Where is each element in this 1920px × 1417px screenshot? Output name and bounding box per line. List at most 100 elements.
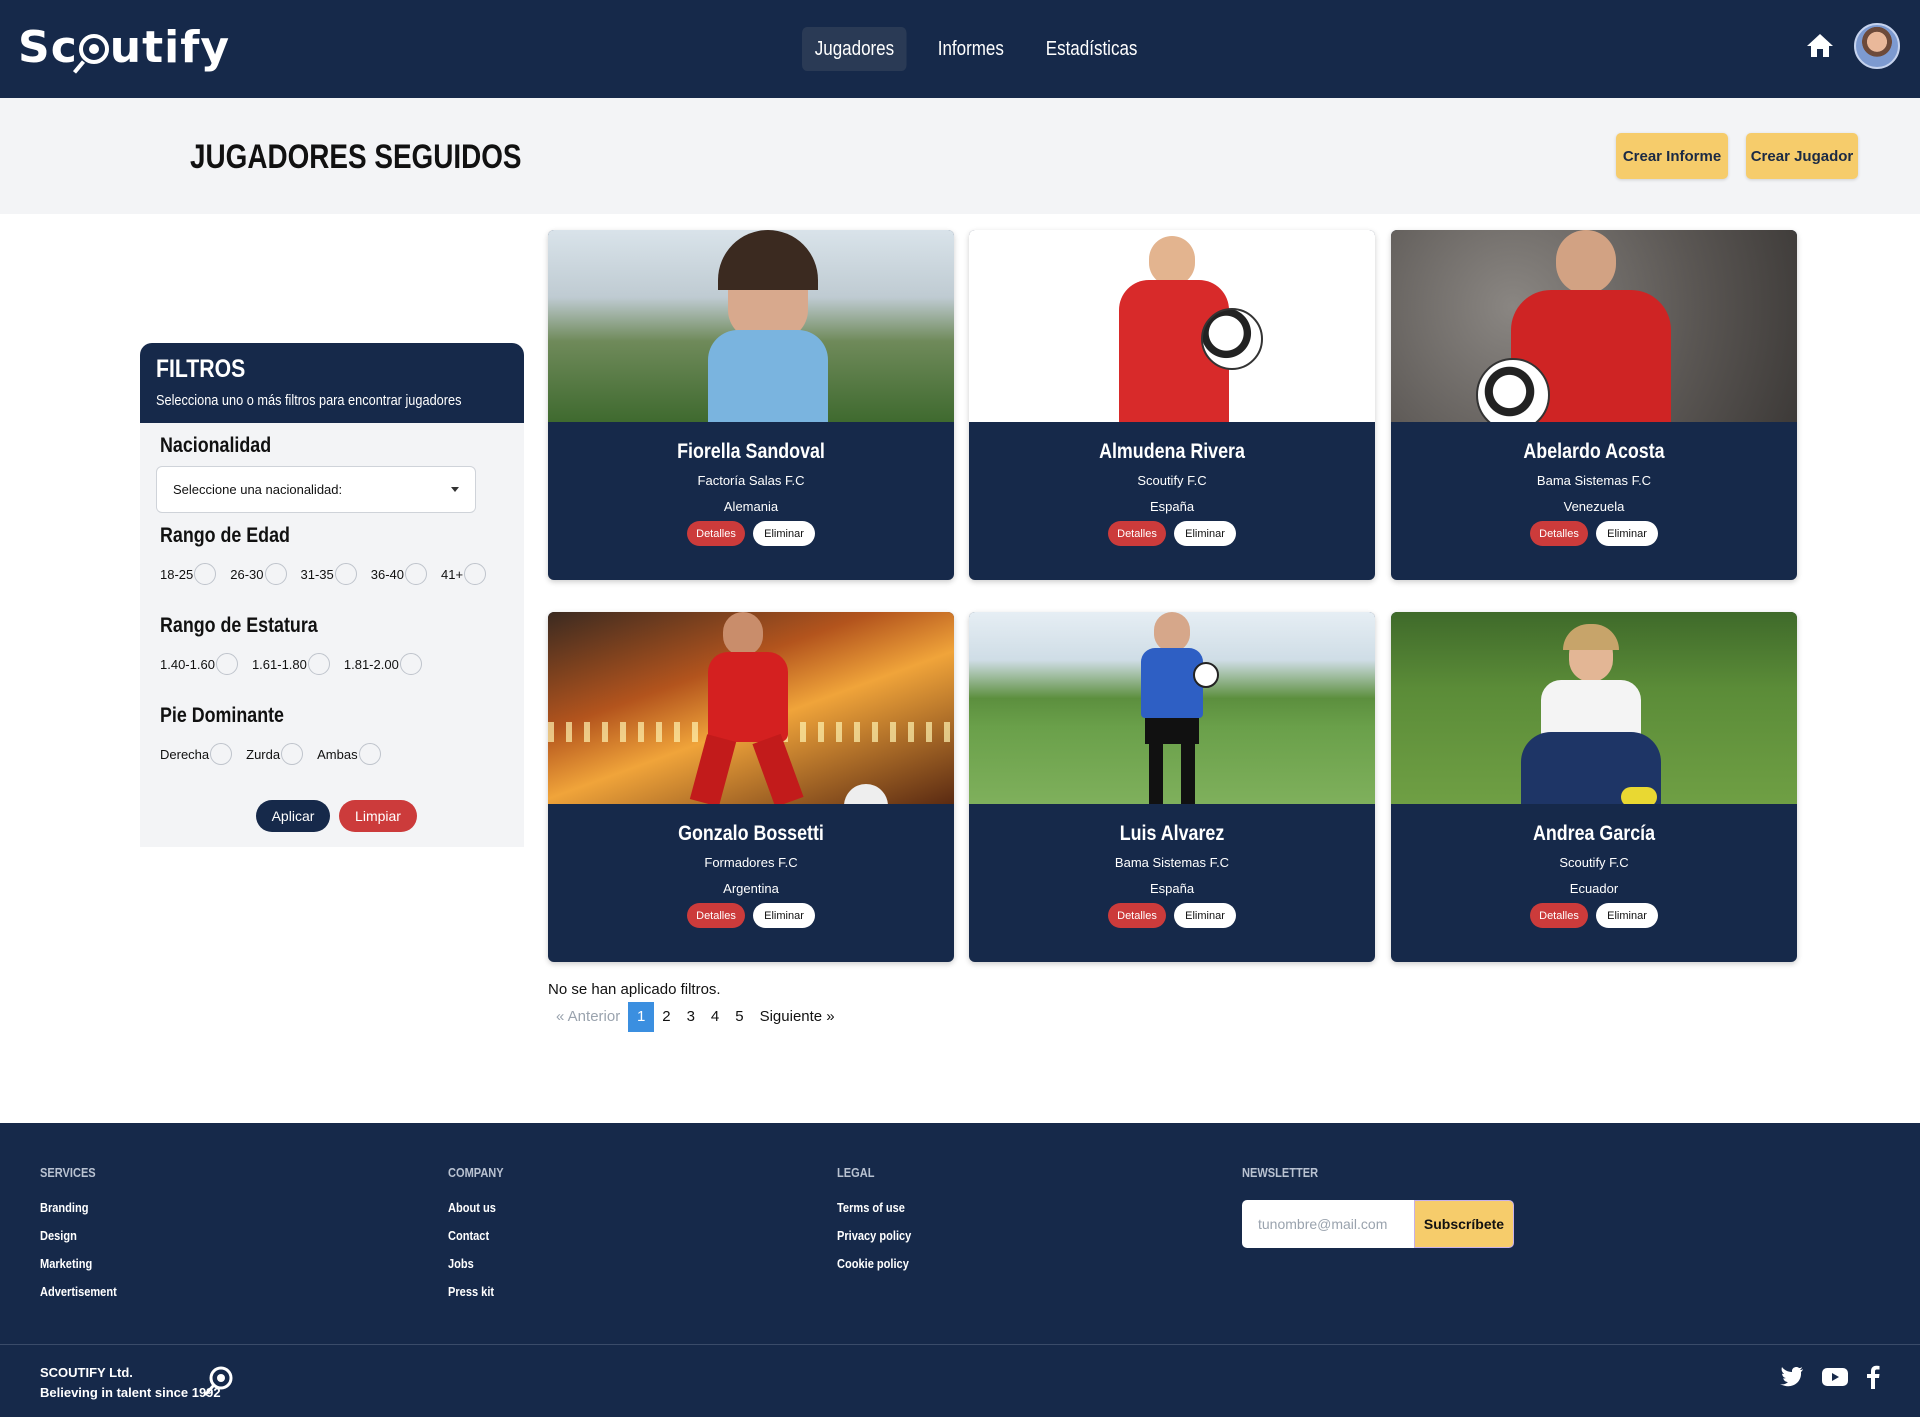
player-club: Scoutify F.C [1559, 855, 1629, 870]
youtube-icon[interactable] [1822, 1367, 1848, 1392]
detalles-button[interactable]: Detalles [1108, 903, 1166, 928]
footer-link[interactable]: Privacy policy [837, 1228, 911, 1243]
dropdown-caret-icon [451, 487, 459, 492]
radio-button[interactable] [264, 563, 287, 585]
radio-button[interactable] [358, 743, 381, 765]
nav-informes[interactable]: Informes [925, 27, 1017, 71]
nav-estadisticas[interactable]: Estadísticas [1033, 27, 1150, 71]
estatura-option[interactable]: 1.40-1.60 [160, 653, 238, 675]
pagination-page[interactable]: 2 [654, 1002, 678, 1032]
player-country: España [1149, 499, 1195, 514]
footer-link[interactable]: About us [448, 1200, 504, 1215]
footer-link[interactable]: Marketing [40, 1256, 117, 1271]
page-title: JUGADORES SEGUIDOS [190, 138, 522, 176]
radio-button[interactable] [399, 653, 422, 675]
player-card: Abelardo Acosta Bama Sistemas F.C Venezu… [1391, 230, 1797, 580]
crear-jugador-button[interactable]: Crear Jugador [1746, 133, 1858, 179]
estatura-option-label: 1.81-2.00 [343, 656, 399, 672]
footer-link[interactable]: Advertisement [40, 1284, 117, 1299]
nacionalidad-select-value: Seleccione una nacionalidad: [173, 482, 343, 497]
pagination-page[interactable]: 5 [727, 1002, 751, 1032]
user-avatar[interactable] [1854, 23, 1900, 69]
pie-option[interactable]: Zurda [246, 743, 304, 765]
pagination-page[interactable]: 1 [628, 1002, 655, 1032]
card-actions: Detalles Eliminar [1391, 903, 1797, 928]
edad-option[interactable]: 18-25 [160, 563, 217, 585]
eliminar-button[interactable]: Eliminar [1596, 903, 1658, 928]
detalles-button[interactable]: Detalles [1530, 521, 1588, 546]
radio-button[interactable] [307, 653, 330, 675]
pie-option[interactable]: Ambas [317, 743, 381, 765]
detalles-button[interactable]: Detalles [687, 903, 745, 928]
radio-button[interactable] [334, 563, 357, 585]
radio-button[interactable] [281, 743, 304, 765]
radio-button[interactable] [215, 653, 238, 675]
eliminar-button[interactable]: Eliminar [1596, 521, 1658, 546]
pie-option-label: Ambas [317, 746, 358, 762]
edad-option[interactable]: 41+ [441, 563, 487, 585]
copyright-company: SCOUTIFY Ltd. [40, 1365, 133, 1380]
detalles-button[interactable]: Detalles [1530, 903, 1588, 928]
copyright-tagline: Believing in talent since 1992 [40, 1385, 221, 1400]
twitter-icon[interactable] [1780, 1366, 1804, 1392]
crear-informe-button[interactable]: Crear Informe [1616, 133, 1728, 179]
estatura-label: Rango de Estatura [160, 614, 318, 637]
footer-link[interactable]: Cookie policy [837, 1256, 911, 1271]
player-club: Bama Sistemas F.C [1536, 473, 1652, 488]
eliminar-button[interactable]: Eliminar [753, 903, 815, 928]
edad-option[interactable]: 31-35 [301, 563, 357, 585]
footer-link[interactable]: Branding [40, 1200, 117, 1215]
player-name: Gonzalo Bossetti [678, 822, 824, 845]
player-club: Factoría Salas F.C [697, 473, 805, 488]
footer-link[interactable]: Design [40, 1228, 117, 1243]
filters-header: FILTROS Selecciona uno o más filtros par… [140, 343, 524, 423]
pagination-next[interactable]: Siguiente » [752, 1002, 843, 1032]
footer: SERVICES Branding Design Marketing Adver… [0, 1123, 1920, 1417]
detalles-button[interactable]: Detalles [687, 521, 745, 546]
player-name: Andrea García [1532, 822, 1656, 845]
footer-link[interactable]: Jobs [448, 1256, 504, 1271]
estatura-option[interactable]: 1.61-1.80 [252, 653, 330, 675]
footer-newsletter-head: NEWSLETTER [1242, 1165, 1319, 1180]
footer-link[interactable]: Press kit [448, 1284, 504, 1299]
pie-option[interactable]: Derecha [160, 743, 233, 765]
nacionalidad-select[interactable]: Seleccione una nacionalidad: [156, 466, 476, 513]
footer-link[interactable]: Terms of use [837, 1200, 911, 1215]
pagination-page[interactable]: 4 [703, 1002, 727, 1032]
edad-option[interactable]: 36-40 [371, 563, 427, 585]
player-photo [548, 230, 954, 422]
eliminar-button[interactable]: Eliminar [753, 521, 815, 546]
estatura-options: 1.40-1.60 1.61-1.80 1.81-2.00 [160, 653, 436, 675]
scoutify-logo[interactable]: Sc utify [18, 20, 230, 74]
player-photo [1391, 230, 1797, 422]
footer-legal-head: LEGAL [837, 1165, 875, 1180]
limpiar-button[interactable]: Limpiar [339, 800, 417, 832]
nacionalidad-label: Nacionalidad [160, 434, 272, 457]
newsletter-email-input[interactable]: tunombre@mail.com [1242, 1200, 1414, 1248]
radio-button[interactable] [464, 563, 487, 585]
logo-magnifier-icon [78, 34, 109, 64]
card-actions: Detalles Eliminar [969, 521, 1375, 546]
facebook-icon[interactable] [1866, 1365, 1880, 1394]
pagination-page[interactable]: 3 [679, 1002, 703, 1032]
edad-option-label: 31-35 [300, 566, 334, 582]
detalles-button[interactable]: Detalles [1108, 521, 1166, 546]
radio-button[interactable] [194, 563, 217, 585]
edad-option[interactable]: 26-30 [230, 563, 287, 585]
player-name: Abelardo Acosta [1523, 440, 1665, 463]
footer-link[interactable]: Contact [448, 1228, 504, 1243]
nav-jugadores[interactable]: Jugadores [802, 27, 907, 71]
estatura-option[interactable]: 1.81-2.00 [344, 653, 422, 675]
aplicar-button[interactable]: Aplicar [256, 800, 330, 832]
subscribe-button[interactable]: Subscríbete [1414, 1200, 1514, 1248]
eliminar-button[interactable]: Eliminar [1174, 521, 1236, 546]
player-country: Ecuador [1569, 881, 1619, 896]
footer-newsletter: NEWSLETTER [1242, 1165, 1332, 1200]
pagination-prev[interactable]: « Anterior [548, 1002, 628, 1032]
card-actions: Detalles Eliminar [548, 903, 954, 928]
radio-button[interactable] [405, 563, 427, 585]
home-icon[interactable] [1806, 32, 1834, 60]
radio-button[interactable] [210, 743, 233, 765]
eliminar-button[interactable]: Eliminar [1174, 903, 1236, 928]
estatura-option-label: 1.61-1.80 [251, 656, 307, 672]
